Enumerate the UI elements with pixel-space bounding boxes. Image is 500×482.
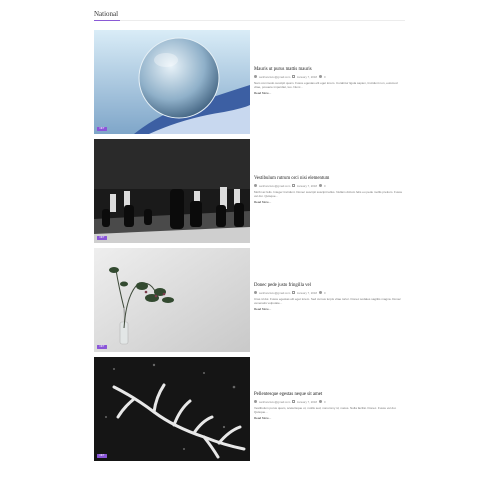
- post-date: January 7, 2018: [296, 74, 317, 79]
- post-card: NFT Mauris ut purus mattis mauris sanfra…: [94, 30, 406, 134]
- user-icon: [254, 75, 257, 78]
- bubble-image: [94, 30, 250, 134]
- calendar-icon: [292, 400, 295, 403]
- calendar-icon: [292, 184, 295, 187]
- calendar-icon: [292, 291, 295, 294]
- comment-icon: [318, 291, 322, 294]
- post-author[interactable]: sanfrancisco@gmail.com: [259, 400, 290, 404]
- post-card: NFT Pellentesque egestas neque sit amet …: [94, 357, 406, 461]
- comment-icon: [318, 184, 322, 187]
- post-author[interactable]: sanfrancisco@gmail.com: [259, 75, 290, 79]
- post-title[interactable]: Mauris ut purus mattis mauris: [254, 67, 404, 72]
- post-excerpt: Nam commodo suscipit quam. Fusce egestas…: [254, 81, 398, 90]
- post-thumbnail[interactable]: NFT: [94, 248, 250, 352]
- post-meta: sanfrancisco@gmail.com January 7, 2018 0: [254, 291, 404, 295]
- post-date: January 7, 2018: [296, 290, 317, 295]
- post-author[interactable]: sanfrancisco@gmail.com: [259, 291, 290, 295]
- post-excerpt: Morbi ac felis. Integer tincidunt. Donec…: [254, 190, 403, 199]
- post-date: January 7, 2018: [296, 183, 317, 188]
- user-icon: [254, 291, 257, 294]
- post-title[interactable]: Pellentesque egestas neque sit amet: [254, 392, 404, 397]
- post-title[interactable]: Donec pede justo fringilla vel: [254, 283, 404, 288]
- read-more-link[interactable]: Read More...: [254, 200, 404, 204]
- post-meta: sanfrancisco@gmail.com January 7, 2018 0: [254, 400, 404, 404]
- post-excerpt: Vestibulum purus quam, scelerisque ut, m…: [254, 406, 397, 415]
- user-icon: [254, 400, 257, 403]
- read-more-link[interactable]: Read More...: [254, 416, 404, 420]
- category-badge[interactable]: NFT: [97, 345, 107, 349]
- post-comments[interactable]: 0: [324, 400, 326, 404]
- post-comments[interactable]: 0: [324, 291, 326, 295]
- calendar-icon: [292, 75, 295, 78]
- post-meta: sanfrancisco@gmail.com January 7, 2018 0: [254, 75, 404, 79]
- post-thumbnail[interactable]: NFT: [94, 30, 250, 134]
- section-accent-bar: [94, 19, 120, 21]
- chess-image: [94, 139, 250, 243]
- category-badge[interactable]: NFT: [97, 127, 107, 131]
- comment-icon: [318, 400, 322, 403]
- post-comments[interactable]: 0: [324, 184, 326, 188]
- post-date: January 7, 2018: [296, 399, 317, 404]
- section-title: National: [94, 10, 119, 18]
- post-thumbnail[interactable]: NFT: [94, 139, 250, 243]
- category-badge[interactable]: NFT: [97, 236, 107, 240]
- post-card: NFT Donec pede justo fringilla vel sanfr…: [94, 248, 406, 352]
- post-excerpt: Cras id dui. Fusce egestas elit eget lor…: [254, 297, 401, 306]
- frost-branch-image: [94, 357, 250, 461]
- post-card: NFT Vestibulum rutrum orci nisi elementu…: [94, 139, 406, 243]
- post-meta: sanfrancisco@gmail.com January 7, 2018 0: [254, 184, 404, 188]
- read-more-link[interactable]: Read More...: [254, 91, 404, 95]
- read-more-link[interactable]: Read More...: [254, 307, 404, 311]
- post-comments[interactable]: 0: [324, 75, 326, 79]
- category-badge[interactable]: NFT: [97, 454, 107, 458]
- post-title[interactable]: Vestibulum rutrum orci nisi elementum: [254, 176, 404, 181]
- plant-image: [94, 248, 250, 352]
- post-author[interactable]: sanfrancisco@gmail.com: [259, 184, 290, 188]
- user-icon: [254, 184, 257, 187]
- post-thumbnail[interactable]: NFT: [94, 357, 250, 461]
- section-divider: [94, 20, 405, 21]
- comment-icon: [318, 75, 322, 78]
